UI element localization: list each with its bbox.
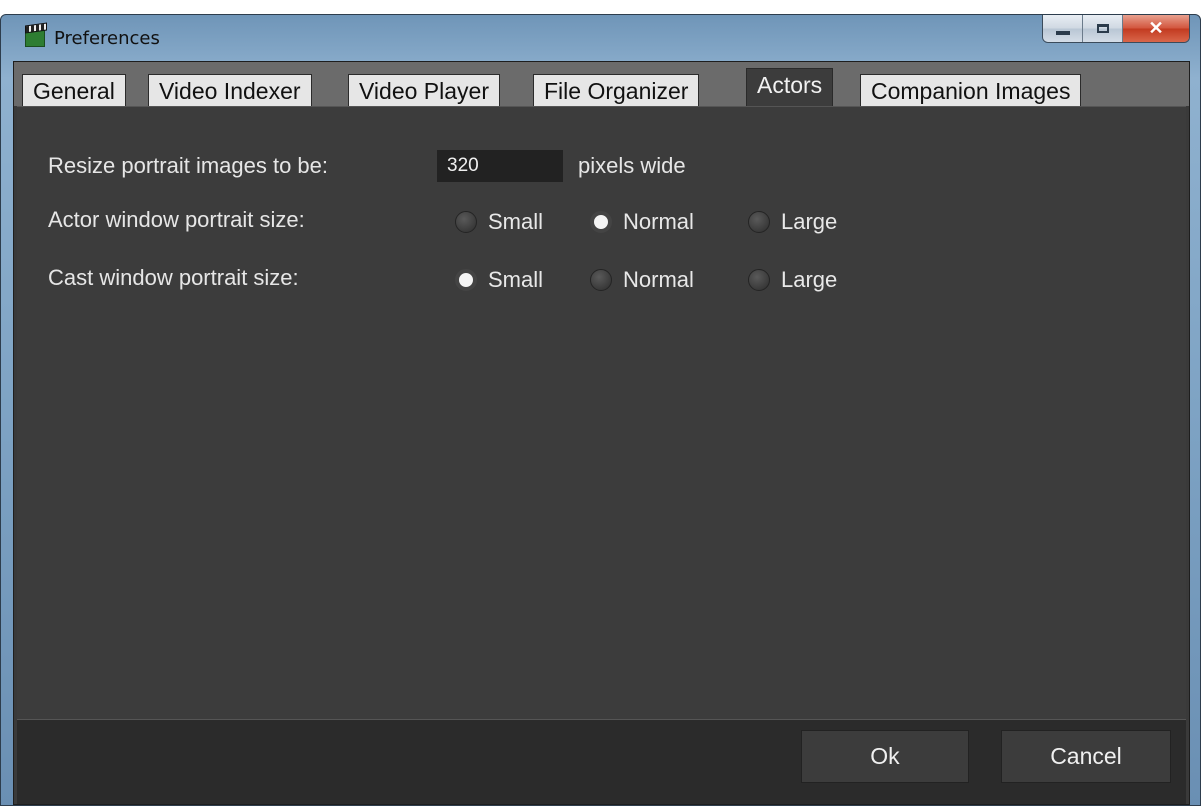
minimize-button[interactable] xyxy=(1043,15,1083,42)
maximize-icon xyxy=(1096,24,1109,33)
maximize-button[interactable] xyxy=(1083,15,1123,42)
clapperboard-icon xyxy=(25,27,45,47)
radio-label: Small xyxy=(488,267,544,292)
dialog-footer: Ok Cancel xyxy=(17,719,1186,804)
radio-button[interactable] xyxy=(455,269,477,291)
radio-label: Normal xyxy=(623,267,694,292)
radio-button[interactable] xyxy=(590,211,612,233)
actor-size-label: Actor window portrait size: xyxy=(48,207,305,232)
actors-panel xyxy=(17,106,1186,719)
tab-bar: General Video Indexer Video Player File … xyxy=(14,62,1189,107)
tab-file-organizer[interactable]: File Organizer xyxy=(533,74,700,107)
tab-actors[interactable]: Actors xyxy=(746,68,834,107)
radio-button[interactable] xyxy=(748,269,770,291)
radio-label: Large xyxy=(781,267,838,292)
radio-label: Small xyxy=(488,209,544,234)
tab-companion-images[interactable]: Companion Images xyxy=(860,74,1082,107)
tab-general[interactable]: General xyxy=(22,74,126,107)
cast-size-large-radio[interactable]: Large xyxy=(748,267,837,293)
title-bar[interactable]: Preferences ✕ xyxy=(1,15,1200,61)
close-button[interactable]: ✕ xyxy=(1123,15,1189,42)
radio-label: Normal xyxy=(623,209,694,234)
tab-video-player[interactable]: Video Player xyxy=(348,74,500,107)
preferences-window: Preferences ✕ General Video Indexer Vide… xyxy=(0,14,1201,806)
tab-video-indexer[interactable]: Video Indexer xyxy=(148,74,312,107)
window-title: Preferences xyxy=(54,28,160,49)
cancel-button[interactable]: Cancel xyxy=(1001,730,1171,783)
radio-button[interactable] xyxy=(748,211,770,233)
caption-buttons: ✕ xyxy=(1042,15,1190,43)
cast-size-normal-radio[interactable]: Normal xyxy=(590,267,694,293)
cast-size-small-radio[interactable]: Small xyxy=(455,267,543,293)
minimize-icon xyxy=(1055,30,1070,35)
actor-size-normal-radio[interactable]: Normal xyxy=(590,209,694,235)
resize-unit-label: pixels wide xyxy=(578,153,686,178)
cast-size-label: Cast window portrait size: xyxy=(48,265,299,290)
radio-button[interactable] xyxy=(590,269,612,291)
ok-button[interactable]: Ok xyxy=(801,730,969,783)
dialog-client: General Video Indexer Video Player File … xyxy=(13,61,1190,805)
resize-label: Resize portrait images to be: xyxy=(48,153,329,178)
actor-size-small-radio[interactable]: Small xyxy=(455,209,543,235)
radio-button[interactable] xyxy=(455,211,477,233)
close-icon: ✕ xyxy=(1148,18,1164,38)
actor-size-large-radio[interactable]: Large xyxy=(748,209,837,235)
portrait-width-input[interactable] xyxy=(437,150,563,182)
radio-label: Large xyxy=(781,209,838,234)
